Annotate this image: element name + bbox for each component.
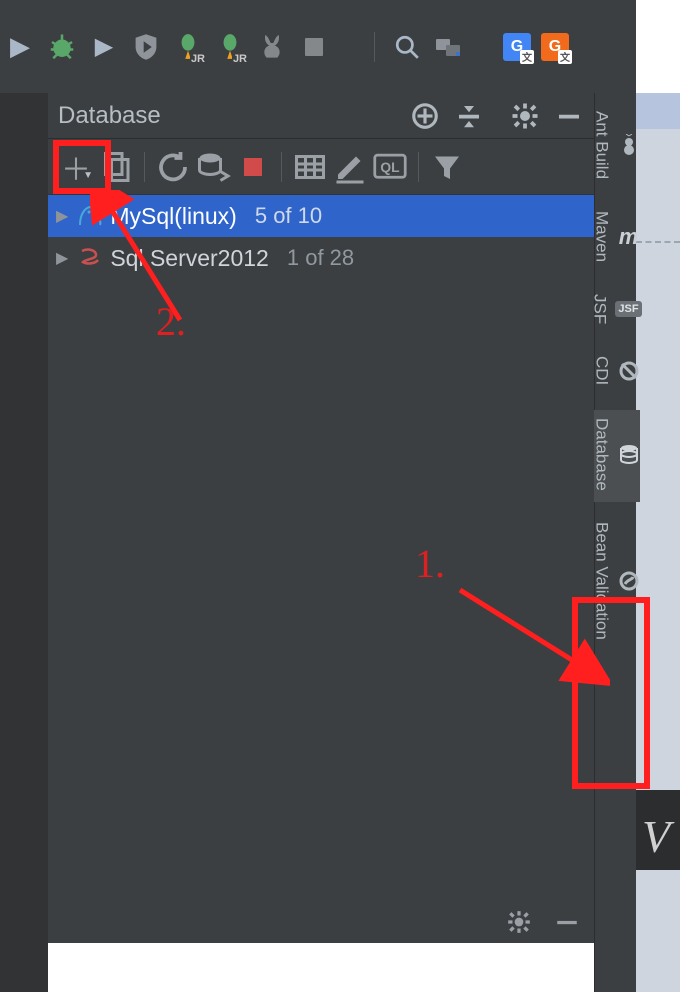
profiler-jr1-button[interactable]: JR <box>172 31 204 63</box>
annotation-box-add <box>53 140 111 194</box>
ant-icon <box>618 134 640 156</box>
panel-title: Database <box>58 102 396 130</box>
collapse-all-button[interactable] <box>454 101 484 131</box>
panel-toolbar: ＋▼ QL <box>48 139 594 195</box>
rail-label: Maven <box>592 211 612 262</box>
rail-tab-maven[interactable]: m Maven <box>592 203 640 274</box>
search-button[interactable] <box>391 31 423 63</box>
main-toolbar: ▶ ▶ JR JR G文 G文 <box>0 0 636 93</box>
datasource-count: 5 of 10 <box>255 203 322 229</box>
sqlserver-icon <box>76 245 102 271</box>
tool-window-rail: Ant Build m Maven JSF JSF CDI Database B… <box>594 93 636 992</box>
expand-caret-icon[interactable]: ▶ <box>56 248 68 268</box>
edit-button[interactable] <box>332 149 368 185</box>
toolbar-separator <box>374 32 375 62</box>
debug-button[interactable] <box>46 31 78 63</box>
annotation-label-2: 2. <box>156 298 186 345</box>
bean-icon <box>618 570 640 592</box>
expand-caret-icon[interactable]: ▶ <box>56 206 68 226</box>
database-panel: Database ＋▼ QL ▶ MySql(linux) 5 of 10 ▶ … <box>48 93 594 943</box>
bg-strip <box>636 281 680 349</box>
left-gutter <box>0 93 48 992</box>
rail-label: Database <box>592 418 612 491</box>
toolbar-separator <box>418 152 419 182</box>
refresh-button[interactable] <box>155 149 191 185</box>
database-icon <box>618 443 640 465</box>
sync-button[interactable] <box>195 149 231 185</box>
rail-tab-ant[interactable]: Ant Build <box>592 103 640 191</box>
annotation-label-1: 1. <box>415 540 445 587</box>
datasource-name: MySql(linux) <box>110 203 237 230</box>
bg-letter: V <box>642 810 670 863</box>
google-translate-orange-icon[interactable]: G文 <box>541 33 569 61</box>
bg-dashline <box>636 241 680 243</box>
panel-footer <box>506 909 580 935</box>
footer-settings-button[interactable] <box>506 909 532 935</box>
datasource-row[interactable]: ▶ MySql(linux) 5 of 10 <box>48 195 594 237</box>
stop-sync-button[interactable] <box>235 149 271 185</box>
rail-tab-cdi[interactable]: CDI <box>592 348 640 397</box>
play-disabled-icon: ▶ <box>88 31 120 63</box>
project-structure-button[interactable] <box>433 31 465 63</box>
panel-header: Database <box>48 93 594 139</box>
stop-button[interactable] <box>298 31 330 63</box>
table-view-button[interactable] <box>292 149 328 185</box>
rail-tab-database[interactable]: Database <box>592 410 640 503</box>
cdi-icon <box>618 360 640 382</box>
maven-icon: m <box>618 226 640 248</box>
rabbit-icon[interactable] <box>256 31 288 63</box>
svg-text:QL: QL <box>380 159 400 175</box>
datasource-tree: ▶ MySql(linux) 5 of 10 ▶ Sql Server2012 … <box>48 195 594 279</box>
rail-tab-jsf[interactable]: JSF JSF <box>589 286 641 336</box>
toolbar-separator <box>144 152 145 182</box>
google-translate-blue-icon[interactable]: G文 <box>503 33 531 61</box>
scroll-from-source-button[interactable] <box>410 101 440 131</box>
console-button[interactable]: QL <box>372 149 408 185</box>
bg-strip <box>636 349 680 555</box>
annotation-box-database-tab <box>572 597 650 789</box>
footer-minimize-button[interactable] <box>554 909 580 935</box>
bg-strip <box>636 93 680 129</box>
rail-label: CDI <box>592 356 612 385</box>
rail-label: Ant Build <box>592 111 612 179</box>
bg-strip <box>636 129 680 281</box>
filter-button[interactable] <box>429 149 465 185</box>
settings-button[interactable] <box>510 101 540 131</box>
datasource-name: Sql Server2012 <box>110 245 269 272</box>
profiler-jr2-button[interactable]: JR <box>214 31 246 63</box>
toolbar-separator <box>281 152 282 182</box>
run-button[interactable]: ▶ <box>4 31 36 63</box>
minimize-button[interactable] <box>554 101 584 131</box>
coverage-button[interactable] <box>130 31 162 63</box>
datasource-count: 1 of 28 <box>287 245 354 271</box>
jsf-icon: JSF <box>615 301 641 317</box>
mysql-icon <box>76 203 102 229</box>
datasource-row[interactable]: ▶ Sql Server2012 1 of 28 <box>48 237 594 279</box>
